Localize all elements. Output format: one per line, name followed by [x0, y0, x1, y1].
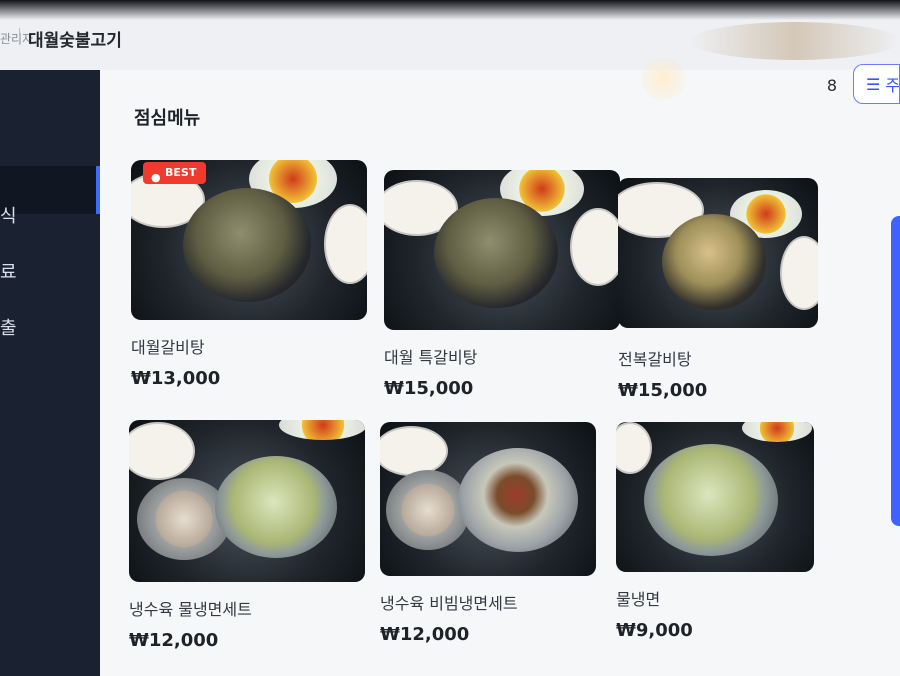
side-plate	[616, 422, 652, 474]
menu-price: ₩15,000	[384, 378, 474, 399]
sidebar: 식 료 출	[0, 70, 100, 676]
menu-image[interactable]	[616, 422, 814, 572]
side-plate	[380, 426, 448, 476]
sidebar-item-1[interactable]: 식	[0, 202, 17, 228]
menu-card[interactable]: ● BEST 대월갈비탕 ₩13,000	[131, 160, 367, 389]
menu-card[interactable]: 대월 특갈비탕 ₩15,000	[384, 170, 620, 399]
green-side-dish	[279, 420, 365, 440]
beef-slices-plate	[386, 470, 470, 550]
sidebar-item-2[interactable]: 료	[0, 258, 17, 284]
menu-price: ₩13,000	[131, 368, 221, 389]
menu-name: 대월갈비탕	[131, 338, 205, 357]
green-side-dish	[742, 422, 812, 442]
section-title: 점심메뉴	[134, 108, 201, 129]
sidebar-item-3[interactable]: 출	[0, 314, 17, 340]
menu-card[interactable]: 냉수육 물냉면세트 ₩12,000	[129, 420, 365, 651]
menu-image[interactable]	[380, 422, 596, 576]
menu-name: 전복갈비탕	[618, 350, 692, 369]
soup-pot	[183, 188, 311, 302]
soup-pot	[662, 214, 766, 310]
filter-label: 주	[885, 76, 900, 95]
menu-card[interactable]: 냉수육 비빔냉면세트 ₩12,000	[380, 422, 616, 645]
menu-name: 대월 특갈비탕	[384, 348, 478, 367]
menu-name: 냉수육 물냉면세트	[129, 600, 252, 619]
menu-image[interactable]	[129, 420, 365, 582]
menu-price: ₩12,000	[129, 630, 219, 651]
side-plate	[129, 422, 195, 480]
main-content: 점심메뉴 8 ☰ 주 ● BEST 대월갈비탕 ₩13,000 대월 특갈비탕 …	[100, 64, 900, 676]
store-name: 대월숯불고기	[28, 31, 122, 51]
best-badge-label: BEST	[165, 166, 197, 179]
best-badge: ● BEST	[143, 162, 207, 184]
menu-lines-icon: ☰	[866, 74, 881, 94]
menu-price: ₩12,000	[380, 624, 470, 645]
noodle-bowl	[458, 448, 578, 552]
top-shadow	[0, 0, 900, 20]
thumb-icon: ●	[151, 171, 161, 184]
menu-image[interactable]	[384, 170, 620, 330]
side-plate	[570, 208, 620, 286]
count-badge: 8	[826, 76, 837, 95]
menu-image[interactable]: ● BEST	[131, 160, 367, 320]
menu-card[interactable]: 전복갈비탕 ₩15,000	[618, 178, 854, 401]
menu-card[interactable]: 물냉면 ₩9,000	[616, 422, 852, 641]
menu-name: 냉수육 비빔냉면세트	[380, 594, 518, 613]
side-accent-bar	[891, 216, 900, 526]
breadcrumb-divider	[19, 28, 20, 45]
noodle-bowl	[215, 456, 337, 558]
side-plate	[324, 204, 367, 284]
filter-button[interactable]: ☰ 주	[853, 64, 900, 104]
menu-name: 물냉면	[616, 590, 661, 609]
side-plate	[780, 236, 818, 310]
menu-price: ₩15,000	[618, 380, 708, 401]
menu-image[interactable]	[618, 178, 818, 328]
soup-pot	[434, 198, 558, 308]
menu-price: ₩9,000	[616, 620, 693, 641]
